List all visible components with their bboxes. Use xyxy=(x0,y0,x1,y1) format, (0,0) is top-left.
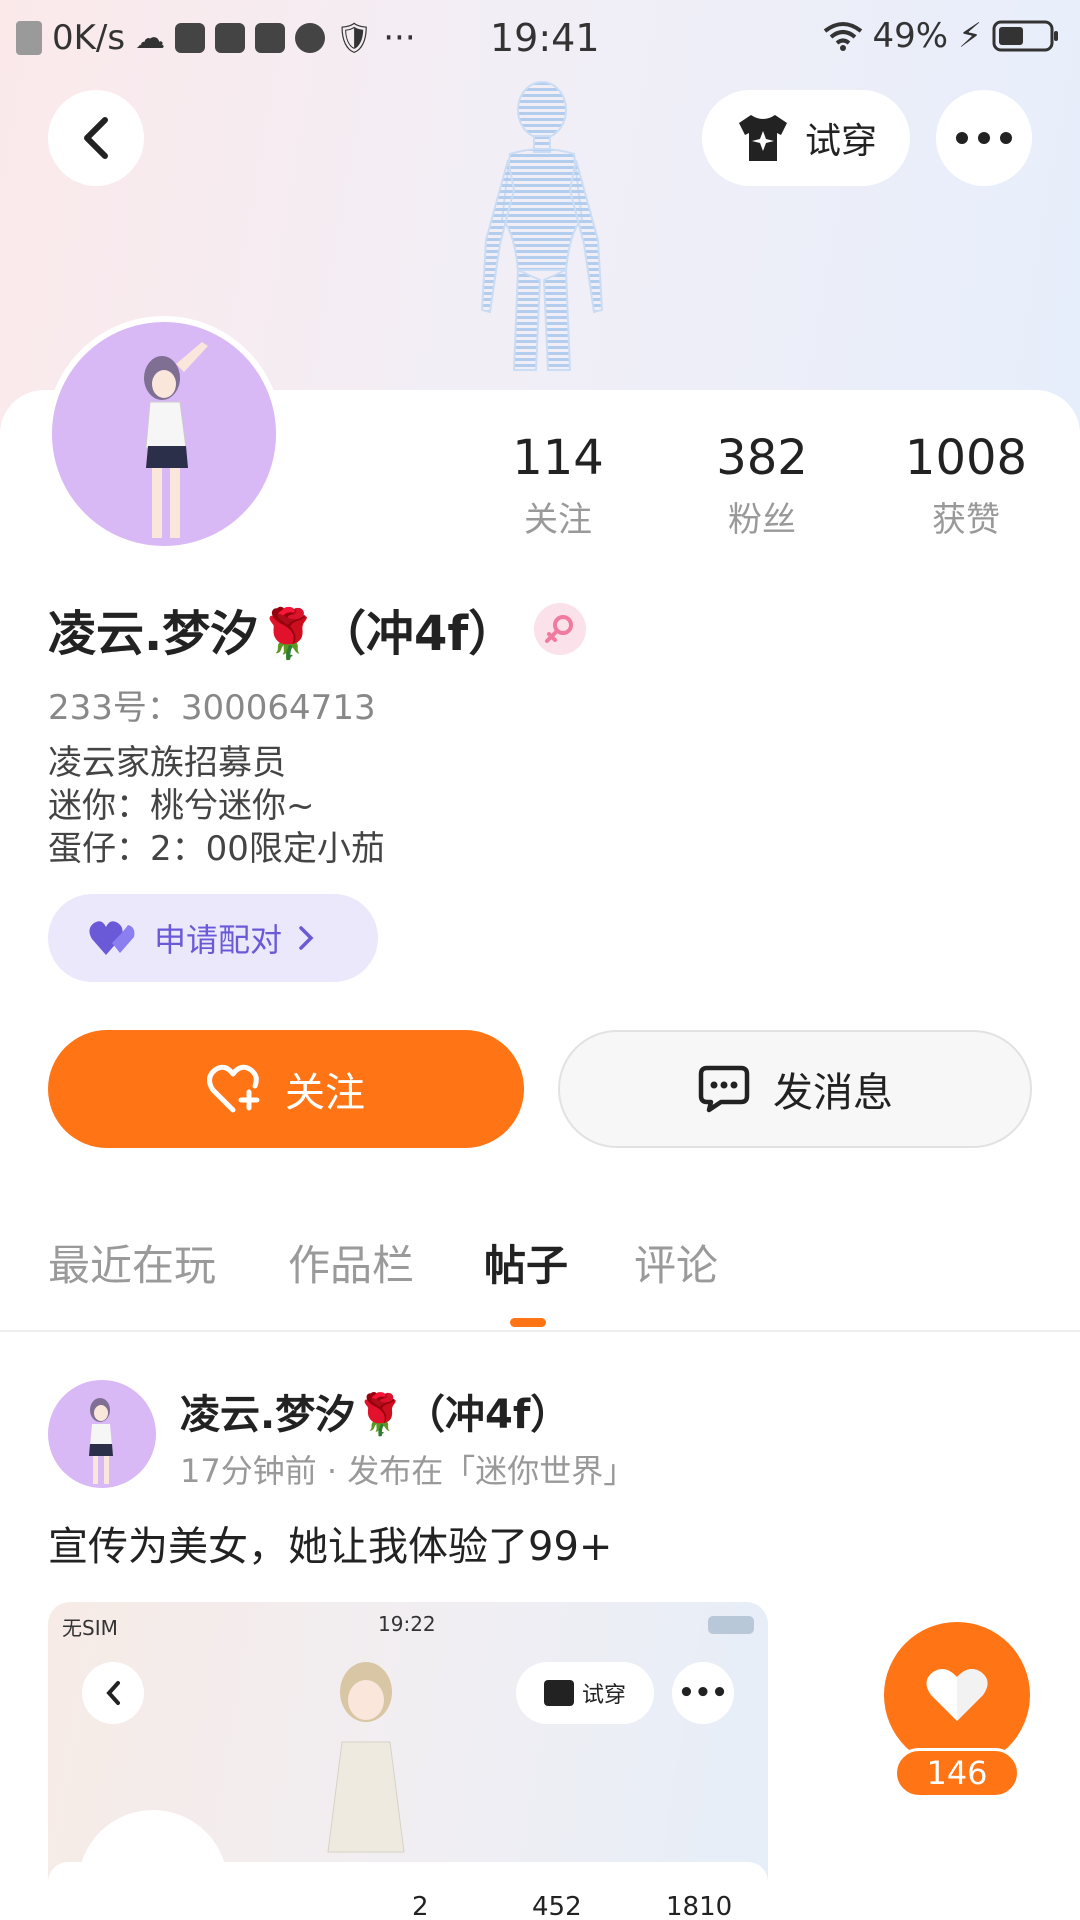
active-tab-indicator xyxy=(510,1318,546,1327)
post-meta: 17分钟前 · 发布在「迷你世界」 xyxy=(180,1452,636,1490)
follow-label: 关注 xyxy=(285,1070,365,1116)
profile-name-row: 凌云.梦汐🌹（冲4f） xyxy=(48,594,587,664)
more-dots-icon: ••• xyxy=(678,1678,728,1708)
apply-pair-label: 申请配对 xyxy=(154,921,283,959)
network-speed: 0K/s xyxy=(52,18,126,58)
post-text: 宣传为美女，她让我体验了99+ xyxy=(48,1524,613,1570)
wifi-icon xyxy=(823,22,862,51)
profile-tabs: 最近在玩 作品栏 帖子 评论 xyxy=(0,1232,1080,1332)
battery-icon xyxy=(992,20,1058,52)
chevron-left-icon xyxy=(106,1681,120,1705)
avatar-character-image xyxy=(89,1398,113,1484)
stat-likes[interactable]: 1008 获赞 xyxy=(876,430,1056,541)
stat-value: 1008 xyxy=(904,430,1028,486)
stat-value: 382 xyxy=(716,430,808,486)
tabs-divider xyxy=(0,1330,1080,1332)
tab-works[interactable]: 作品栏 xyxy=(288,1232,414,1293)
post-author-avatar[interactable] xyxy=(48,1380,156,1488)
post-image-stat: 2 xyxy=(412,1892,429,1920)
tshirt-sparkle-icon xyxy=(738,115,787,161)
post-image-status-bar: 无SIM 19:22 xyxy=(48,1602,768,1648)
post-image-tryon-button: 试穿 xyxy=(516,1662,654,1724)
post-image-back-button xyxy=(82,1662,144,1724)
avatar-hologram-figure xyxy=(480,81,604,371)
charging-icon: ⚡ xyxy=(958,16,982,56)
profile-name: 凌云.梦汐🌹（冲4f） xyxy=(48,606,517,662)
post-image-status-time: 19:22 xyxy=(378,1612,436,1636)
no-sim-icon xyxy=(16,21,42,55)
back-button[interactable] xyxy=(48,90,144,186)
profile-id: 233号：300064713 xyxy=(48,688,376,728)
status-time: 19:41 xyxy=(490,16,600,60)
post-image-more-button: ••• xyxy=(672,1662,734,1724)
stat-value: 114 xyxy=(512,430,604,486)
send-message-button[interactable]: 发消息 xyxy=(558,1030,1032,1148)
post-image-stat: 1810 xyxy=(666,1892,733,1920)
heart-icon xyxy=(926,1668,988,1721)
post-image-avatar xyxy=(78,1810,228,1920)
status-bar: 0K/s ☁ 🛡 ··· 19:41 49% ⚡ xyxy=(0,0,1080,76)
follow-button[interactable]: 关注 xyxy=(48,1030,524,1148)
double-heart-icon xyxy=(89,921,135,955)
video-icon xyxy=(215,23,246,53)
post-author-name[interactable]: 凌云.梦汐🌹（冲4f） xyxy=(180,1382,570,1440)
like-count: 146 xyxy=(894,1748,1020,1798)
more-dots-icon xyxy=(956,132,1012,144)
profile-bio: 凌云家族招募员 迷你：桃兮迷你~ 蛋仔：2：00限定小茄 xyxy=(48,742,385,871)
more-notifications-icon: ··· xyxy=(383,18,416,58)
bio-line: 蛋仔：2：00限定小茄 xyxy=(48,829,385,869)
stat-followers[interactable]: 382 粉丝 xyxy=(672,430,852,541)
stat-label: 获赞 xyxy=(932,500,1000,540)
try-on-button[interactable]: 试穿 xyxy=(702,90,910,186)
post-image-stat: 452 xyxy=(532,1892,582,1920)
send-message-label: 发消息 xyxy=(773,1070,893,1116)
status-right-group: 49% ⚡ xyxy=(823,16,1060,56)
post-image[interactable]: 无SIM 19:22 试穿 ••• 2 452 1810 xyxy=(48,1602,768,1920)
female-gender-badge xyxy=(534,603,587,655)
shield-icon: 🛡 xyxy=(335,20,374,56)
tab-posts[interactable]: 帖子 xyxy=(484,1232,568,1293)
like-button[interactable] xyxy=(884,1622,1030,1768)
post-image-tryon-label: 试穿 xyxy=(581,1683,626,1708)
cloud-icon: ☁ xyxy=(135,20,166,56)
bio-line: 凌云家族招募员 xyxy=(48,743,286,783)
try-on-label: 试穿 xyxy=(804,121,877,162)
post-image-battery-icon xyxy=(708,1616,754,1634)
more-options-button[interactable] xyxy=(936,90,1032,186)
status-left-group: 0K/s ☁ 🛡 ··· xyxy=(16,18,416,58)
stat-label: 关注 xyxy=(524,500,592,540)
apply-pair-button[interactable]: 申请配对 xyxy=(48,894,378,982)
chevron-left-icon xyxy=(84,117,108,159)
chevron-right-icon xyxy=(299,926,314,950)
heart-plus-icon xyxy=(207,1064,260,1113)
tshirt-icon xyxy=(543,1680,574,1706)
bio-line: 迷你：桃兮迷你~ xyxy=(48,786,315,826)
post-image-status-left: 无SIM xyxy=(62,1616,118,1640)
stat-label: 粉丝 xyxy=(728,500,796,540)
app-notification-icon xyxy=(175,23,206,53)
chat-bubble-icon xyxy=(698,1065,750,1113)
tab-recently-played[interactable]: 最近在玩 xyxy=(48,1232,216,1293)
profile-stats: 114 关注 382 粉丝 1008 获赞 xyxy=(0,430,1080,550)
tab-comments[interactable]: 评论 xyxy=(634,1232,718,1293)
square-app-icon xyxy=(255,23,286,53)
female-icon xyxy=(545,615,574,643)
stat-following[interactable]: 114 关注 xyxy=(468,430,648,541)
battery-percent: 49% xyxy=(872,16,949,56)
play-icon xyxy=(295,23,326,53)
